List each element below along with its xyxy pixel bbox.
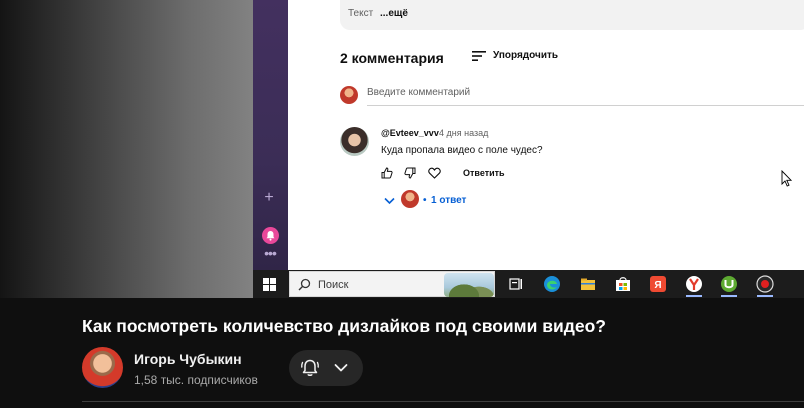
commenter-avatar xyxy=(340,127,369,156)
comment-time: 4 дня назад xyxy=(439,128,489,138)
windows-start-icon xyxy=(263,278,276,291)
reply-avatar xyxy=(401,190,419,208)
yandex-browser-icon xyxy=(686,276,702,292)
file-explorer-icon xyxy=(581,278,595,290)
dislike-icon xyxy=(404,167,416,179)
comment-field-underline xyxy=(367,105,804,106)
task-view-icon xyxy=(509,278,522,290)
comment-text: Куда пропала видео с поле чудес? xyxy=(381,145,543,156)
sort-icon xyxy=(472,51,486,61)
more-dots-icon: ••• xyxy=(264,245,277,261)
heart-icon xyxy=(428,167,441,179)
yandex-icon: Я xyxy=(650,276,666,292)
replies-dot: • xyxy=(423,195,427,206)
video-left-background xyxy=(0,0,253,298)
description-text: Текст xyxy=(348,8,374,19)
windows-taskbar: Поиск Я xyxy=(253,270,804,298)
video-player[interactable]: + ••• Текст ...ещё 2 комментария Упорядо… xyxy=(0,0,804,298)
comment-author: @Evteev_vvv xyxy=(381,128,439,138)
search-icon xyxy=(298,278,311,291)
search-highlight-image xyxy=(444,273,494,297)
sort-label: Упорядочить xyxy=(493,50,559,61)
section-divider xyxy=(82,401,804,402)
notifications-button[interactable] xyxy=(289,350,363,386)
avatar xyxy=(340,86,358,104)
like-icon xyxy=(381,167,393,179)
active-app-indicator xyxy=(721,295,737,297)
mouse-cursor-icon xyxy=(781,170,792,187)
channel-avatar[interactable] xyxy=(82,347,123,388)
active-app-indicator xyxy=(686,295,702,297)
taskbar-search: Поиск xyxy=(289,271,495,297)
active-app-indicator xyxy=(757,295,773,297)
replies-toggle: 1 ответ xyxy=(431,195,467,206)
utorrent-icon xyxy=(721,276,737,292)
subscriber-count: 1,58 тыс. подписчиков xyxy=(134,373,258,387)
recorder-icon xyxy=(756,275,774,293)
bell-icon xyxy=(301,359,319,377)
plus-icon: + xyxy=(264,189,274,206)
svg-text:Я: Я xyxy=(654,280,661,291)
comments-count: 2 комментария xyxy=(340,50,444,66)
channel-name[interactable]: Игорь Чубыкин xyxy=(134,351,242,367)
chevron-down-icon xyxy=(384,197,395,205)
edge-icon xyxy=(544,276,560,292)
notification-bell-icon xyxy=(262,227,279,244)
video-title: Как посмотреть количевство дизлайков под… xyxy=(82,316,606,336)
add-comment-field: Введите комментарий xyxy=(367,87,471,98)
taskbar-search-text: Поиск xyxy=(318,279,349,291)
reply-button: Ответить xyxy=(463,168,505,178)
show-more-link: ...ещё xyxy=(380,8,408,19)
description-box: Текст ...ещё xyxy=(340,0,804,30)
youtube-page-recording: Текст ...ещё 2 комментария Упорядочить В… xyxy=(288,0,804,270)
store-icon xyxy=(616,277,630,291)
chevron-down-icon xyxy=(334,364,348,372)
